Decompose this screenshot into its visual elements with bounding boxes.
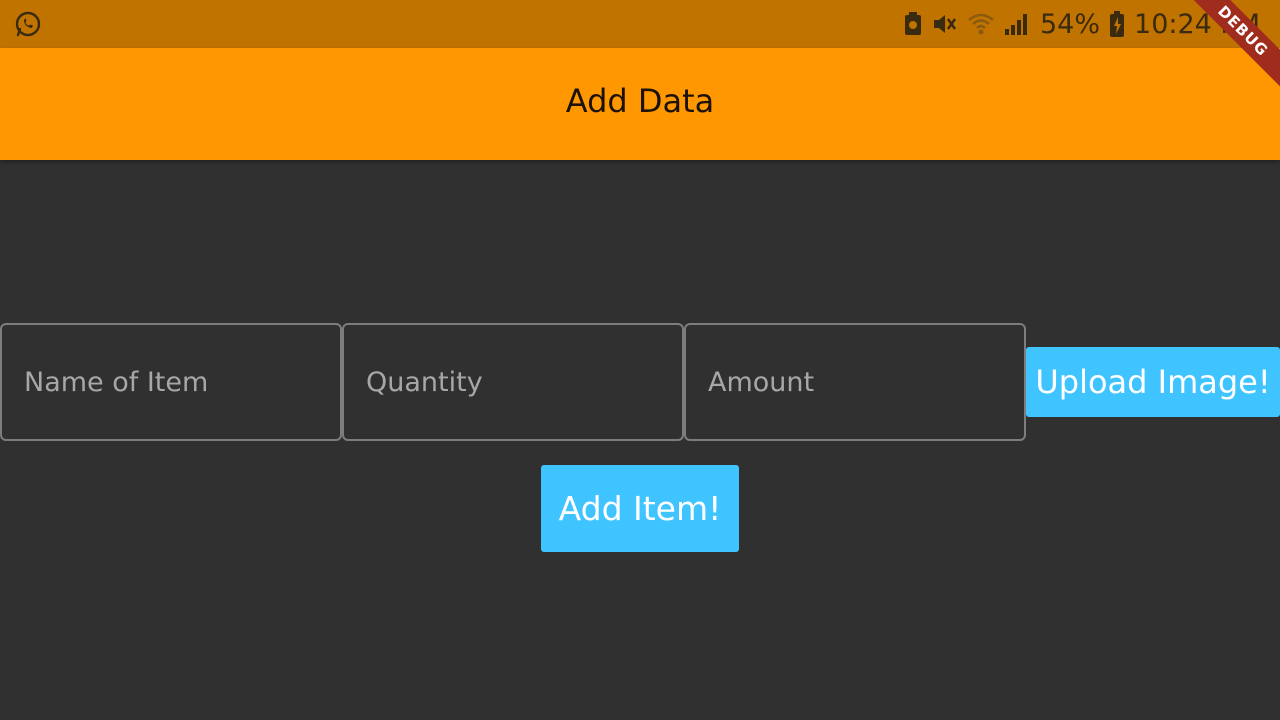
battery-percent: 54%	[1040, 8, 1101, 40]
page-title: Add Data	[565, 82, 715, 120]
wifi-icon	[968, 12, 994, 36]
status-bar: 54% 10:24 PM	[0, 0, 1280, 48]
item-name-field[interactable]	[0, 323, 342, 441]
whatsapp-icon	[14, 10, 42, 38]
quantity-field[interactable]	[342, 323, 684, 441]
signal-icon	[1004, 12, 1030, 36]
battery-charging-icon	[1110, 11, 1125, 37]
amount-field[interactable]	[684, 323, 1026, 441]
upload-image-button[interactable]: Upload Image!	[1026, 347, 1280, 417]
notification-icon	[904, 12, 922, 36]
mute-icon	[932, 12, 958, 36]
app-bar: Add Data	[0, 48, 1280, 160]
add-item-button[interactable]: Add Item!	[541, 465, 739, 552]
